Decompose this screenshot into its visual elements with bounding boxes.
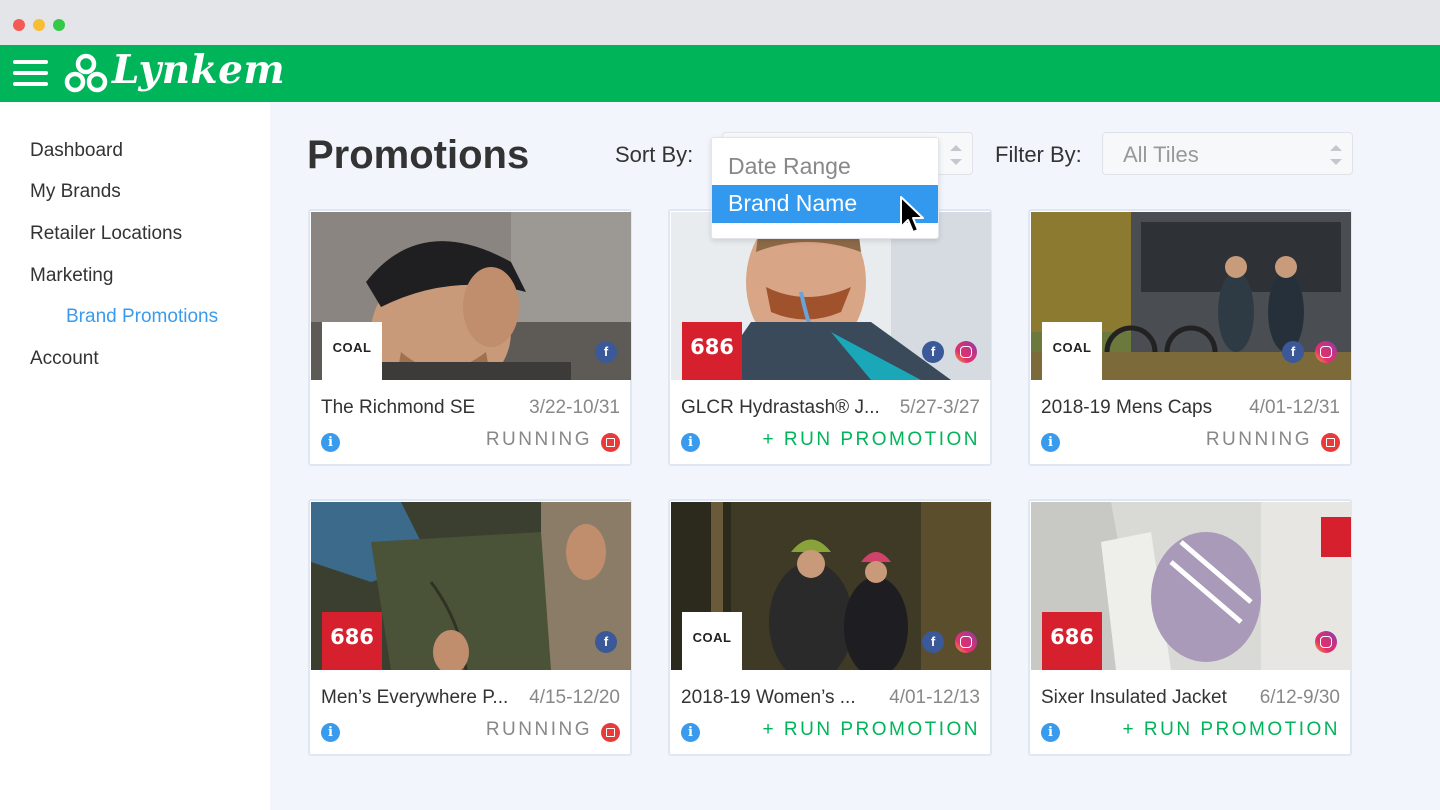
app-header: Lynkem <box>0 45 1440 102</box>
facebook-icon: f <box>922 341 944 363</box>
promotion-photo: COAL f <box>671 502 991 670</box>
facebook-icon: f <box>922 631 944 653</box>
run-promotion-button[interactable]: + RUN PROMOTION <box>1123 719 1340 741</box>
686-logo: 686 <box>682 322 742 380</box>
instagram-icon <box>1315 631 1337 653</box>
promotion-dates: 5/27-3/27 <box>899 397 980 418</box>
promotion-title: Men’s Everywhere P... <box>321 687 509 708</box>
promotion-tile[interactable]: COAL f The Richmond SE 3/22-10/31 i RUNN… <box>308 209 632 466</box>
promotion-dates: 4/01-12/31 <box>1249 397 1340 418</box>
run-promotion-button[interactable]: + RUN PROMOTION <box>763 719 980 741</box>
promotion-title: The Richmond SE <box>321 397 476 418</box>
minimize-window-button[interactable] <box>33 19 45 31</box>
promotion-tile[interactable]: COAL f 2018-19 Women’s ... 4/01-12/13 i … <box>668 499 992 756</box>
coal-logo: COAL <box>1042 322 1102 380</box>
filter-by-label: Filter By: <box>995 142 1082 167</box>
sort-option-date-range[interactable]: Date Range <box>712 148 938 186</box>
select-arrows-icon <box>1330 145 1342 165</box>
sort-by-label: Sort By: <box>615 142 694 167</box>
sidebar-item-account[interactable]: Account <box>30 348 99 370</box>
lynkem-logo-icon <box>64 53 108 93</box>
facebook-icon: f <box>595 341 617 363</box>
instagram-icon <box>1315 341 1337 363</box>
stop-promotion-icon[interactable] <box>601 723 620 742</box>
sidebar-item-my-brands[interactable]: My Brands <box>30 181 121 203</box>
promotion-tile[interactable]: 686 Sixer Insulated Jacket 6/12-9/30 i +… <box>1028 499 1352 756</box>
facebook-icon: f <box>595 631 617 653</box>
menu-icon[interactable] <box>13 59 48 87</box>
maximize-window-button[interactable] <box>53 19 65 31</box>
promotion-tile[interactable]: 686 f GLCR Hydrastash® J... 5/27-3/27 i … <box>668 209 992 466</box>
select-arrows-icon <box>950 145 962 165</box>
info-icon[interactable]: i <box>681 433 700 452</box>
filter-by-select[interactable]: All Tiles <box>1102 132 1353 175</box>
coal-logo: COAL <box>322 322 382 380</box>
sidebar-item-dashboard[interactable]: Dashboard <box>30 140 123 162</box>
window-titlebar <box>0 0 1440 45</box>
686-logo: 686 <box>1042 612 1102 670</box>
run-promotion-button[interactable]: + RUN PROMOTION <box>763 429 980 451</box>
info-icon[interactable]: i <box>1041 433 1060 452</box>
promotion-title: GLCR Hydrastash® J... <box>681 397 880 418</box>
686-logo: 686 <box>322 612 382 670</box>
filter-by-value: All Tiles <box>1123 142 1199 167</box>
promotion-dates: 6/12-9/30 <box>1259 687 1340 708</box>
promotion-status: RUNNING <box>485 719 592 740</box>
instagram-icon <box>955 631 977 653</box>
sidebar: Dashboard My Brands Retailer Locations M… <box>0 102 270 810</box>
sidebar-item-retailer-locations[interactable]: Retailer Locations <box>30 223 182 245</box>
promotion-tile[interactable]: COAL f 2018-19 Mens Caps 4/01-12/31 i RU… <box>1028 209 1352 466</box>
promotion-status: RUNNING <box>485 429 592 450</box>
info-icon[interactable]: i <box>681 723 700 742</box>
stop-promotion-icon[interactable] <box>601 433 620 452</box>
info-icon[interactable]: i <box>321 433 340 452</box>
promotion-photo: 686 <box>1031 502 1351 670</box>
promotion-tile[interactable]: 686 f Men’s Everywhere P... 4/15-12/20 i… <box>308 499 632 756</box>
promotion-title: 2018-19 Women’s ... <box>681 687 856 708</box>
sidebar-item-marketing[interactable]: Marketing <box>30 265 113 287</box>
page-title: Promotions <box>307 133 530 177</box>
sidebar-item-brand-promotions[interactable]: Brand Promotions <box>66 306 218 328</box>
stop-promotion-icon[interactable] <box>1321 433 1340 452</box>
promotion-dates: 4/15-12/20 <box>529 687 620 708</box>
coal-logo: COAL <box>682 612 742 670</box>
promotion-photo: 686 f <box>311 502 631 670</box>
close-window-button[interactable] <box>13 19 25 31</box>
mouse-cursor-icon <box>900 196 924 233</box>
facebook-icon: f <box>1282 341 1304 363</box>
promotion-dates: 3/22-10/31 <box>529 397 620 418</box>
app-name[interactable]: Lynkem <box>112 47 285 93</box>
promotion-dates: 4/01-12/13 <box>889 687 980 708</box>
promotion-status: RUNNING <box>1205 429 1312 450</box>
info-icon[interactable]: i <box>321 723 340 742</box>
info-icon[interactable]: i <box>1041 723 1060 742</box>
promotion-photo: COAL f <box>1031 212 1351 380</box>
instagram-icon <box>955 341 977 363</box>
promotion-photo: COAL f <box>311 212 631 380</box>
promotion-title: 2018-19 Mens Caps <box>1041 397 1213 418</box>
promotion-title: Sixer Insulated Jacket <box>1041 687 1227 708</box>
